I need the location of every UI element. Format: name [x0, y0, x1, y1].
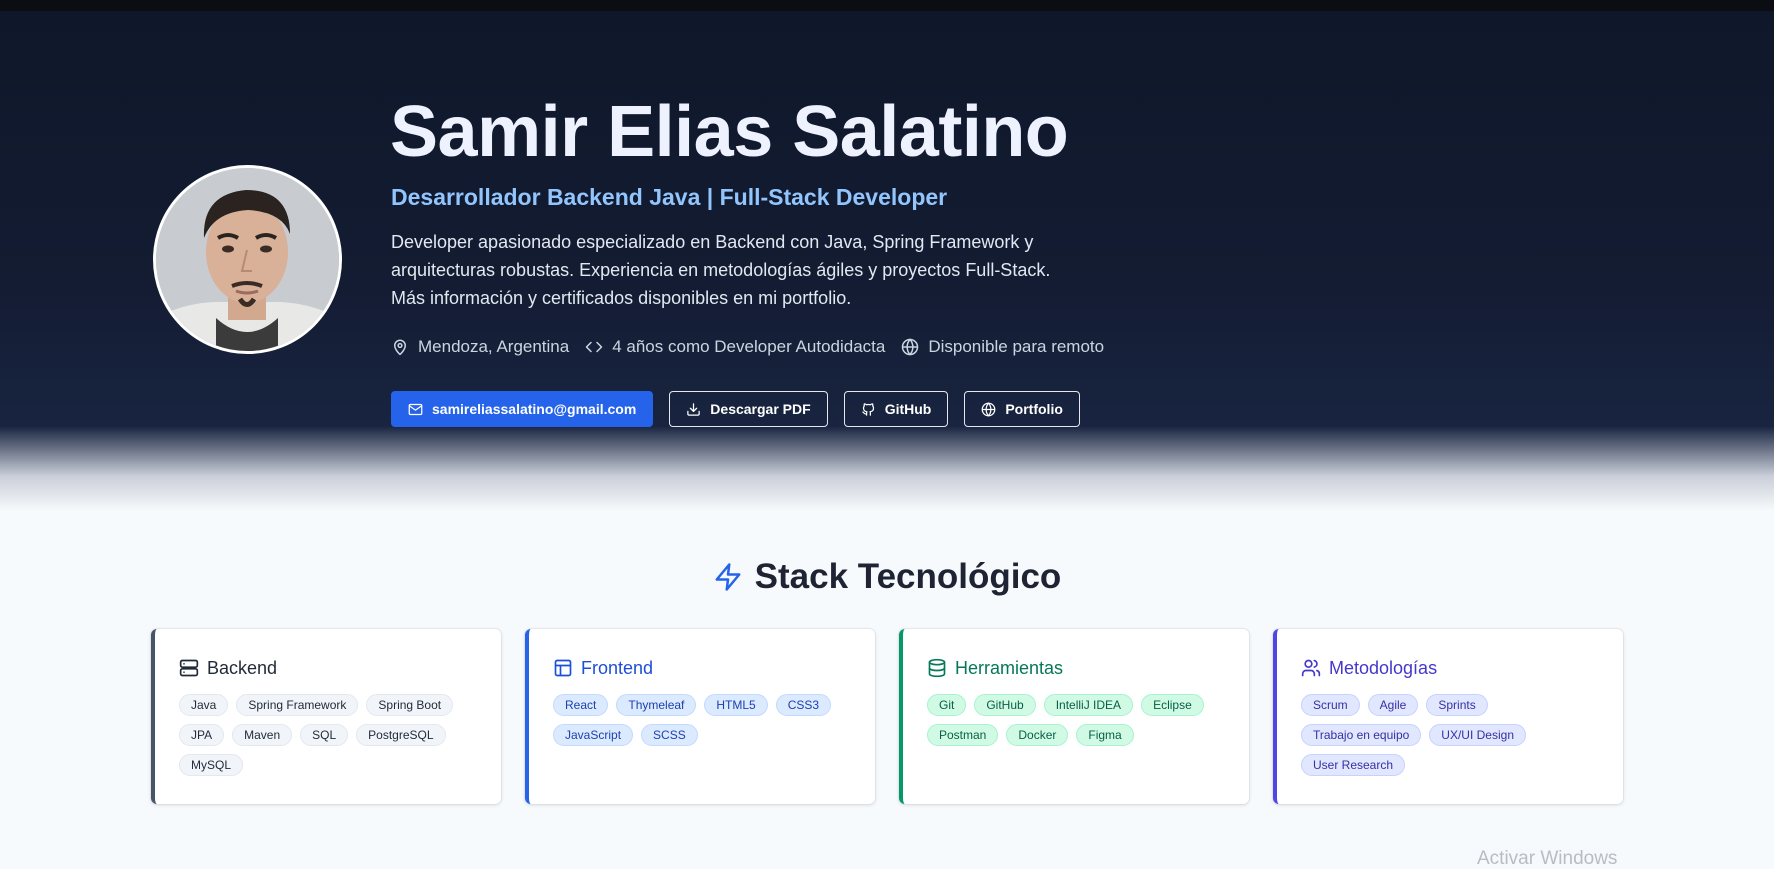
- meta-location: Mendoza, Argentina: [391, 337, 569, 357]
- tag: Docker: [1006, 724, 1069, 746]
- windows-activation-watermark: Activar Windows: [1477, 848, 1618, 869]
- card-title: Frontend: [581, 657, 654, 678]
- tag: Figma: [1076, 724, 1134, 746]
- tag: Eclipse: [1141, 694, 1204, 716]
- tag: SCSS: [641, 724, 698, 746]
- globe-icon: [981, 401, 996, 417]
- card-title: Metodologías: [1329, 657, 1438, 678]
- meta-experience: 4 años como Developer Autodidacta: [585, 337, 885, 357]
- profile-actions: samireliassalatino@gmail.com Descargar P…: [391, 391, 1080, 427]
- users-icon: [1301, 659, 1321, 677]
- tag: UX/UI Design: [1429, 724, 1526, 746]
- tag: HTML5: [704, 694, 768, 716]
- github-label: GitHub: [884, 401, 932, 417]
- portfolio-label: Portfolio: [1005, 401, 1063, 417]
- profile-bio: Developer apasionado especializado en Ba…: [391, 232, 1051, 308]
- lightning-icon: [715, 563, 741, 591]
- card-header: Backend: [179, 656, 477, 680]
- tag: JPA: [179, 724, 225, 746]
- browser-top-bar: [0, 0, 1774, 11]
- tag: Trabajo en equipo: [1301, 724, 1422, 746]
- tag-list: Scrum Agile Sprints Trabajo en equipo UX…: [1301, 694, 1599, 776]
- meta-experience-text: 4 años como Developer Autodidacta: [612, 337, 886, 356]
- meta-remote: Disponible para remoto: [901, 337, 1104, 357]
- tag: Java: [179, 694, 229, 716]
- github-button[interactable]: GitHub: [843, 391, 949, 427]
- card-backend: Backend Java Spring Framework Spring Boo…: [151, 629, 501, 804]
- tag: CSS3: [775, 694, 832, 716]
- meta-location-text: Mendoza, Argentina: [418, 337, 570, 356]
- layout-icon: [554, 659, 572, 677]
- card-header: Herramientas: [927, 656, 1225, 680]
- tag-list: Java Spring Framework Spring Boot JPA Ma…: [179, 694, 477, 776]
- tag: Git: [927, 694, 967, 716]
- tag: Sprints: [1426, 694, 1488, 716]
- tag: MySQL: [179, 754, 244, 776]
- download-icon: [687, 402, 701, 416]
- tag: Maven: [232, 724, 293, 746]
- card-frontend: Frontend React Thymeleaf HTML5 CSS3 Java…: [525, 629, 875, 804]
- tag: Scrum: [1301, 694, 1360, 716]
- download-pdf-button[interactable]: Descargar PDF: [669, 391, 828, 427]
- profile-meta: Mendoza, Argentina 4 años como Developer…: [391, 336, 1104, 358]
- tag: Thymeleaf: [616, 694, 697, 716]
- tag-list: React Thymeleaf HTML5 CSS3 JavaScript SC…: [553, 694, 851, 746]
- globe-icon: [902, 338, 919, 356]
- tag: GitHub: [974, 694, 1036, 716]
- tag: SQL: [300, 724, 349, 746]
- stack-section-title: Stack Tecnológico: [0, 555, 1774, 599]
- database-icon: [928, 658, 946, 678]
- tag: PostgreSQL: [356, 724, 446, 746]
- avatar: [153, 165, 342, 354]
- card-tools: Herramientas Git GitHub IntelliJ IDEA Ec…: [899, 629, 1249, 804]
- tag: User Research: [1301, 754, 1406, 776]
- tag: Postman: [927, 724, 999, 746]
- meta-remote-text: Disponible para remoto: [928, 337, 1105, 356]
- card-header: Frontend: [553, 656, 851, 680]
- email-button[interactable]: samireliassalatino@gmail.com: [391, 391, 654, 427]
- code-icon: [585, 341, 603, 353]
- server-icon: [179, 659, 199, 677]
- card-methods: Metodologías Scrum Agile Sprints Trabajo…: [1273, 629, 1623, 804]
- card-title: Backend: [207, 657, 278, 678]
- tag: Spring Boot: [366, 694, 454, 716]
- github-icon: [861, 402, 874, 416]
- download-pdf-label: Descargar PDF: [710, 401, 811, 417]
- tag: Agile: [1367, 694, 1419, 716]
- portfolio-button[interactable]: Portfolio: [964, 391, 1080, 427]
- mail-icon: [408, 403, 423, 415]
- tag: React: [553, 694, 609, 716]
- profile-name: Samir Elias Salatino: [390, 92, 1069, 172]
- stack-title: Stack Tecnológico: [754, 557, 1062, 596]
- map-pin-icon: [394, 339, 406, 356]
- card-title: Herramientas: [955, 657, 1064, 678]
- tag: JavaScript: [553, 724, 634, 746]
- tag-list: Git GitHub IntelliJ IDEA Eclipse Postman…: [927, 694, 1225, 746]
- profile-role: Desarrollador Backend Java | Full-Stack …: [391, 184, 948, 210]
- stack-cards: Backend Java Spring Framework Spring Boo…: [151, 629, 1623, 804]
- tag: Spring Framework: [236, 694, 359, 716]
- email-button-label: samireliassalatino@gmail.com: [432, 401, 637, 417]
- card-header: Metodologías: [1301, 656, 1599, 680]
- tag: IntelliJ IDEA: [1043, 694, 1134, 716]
